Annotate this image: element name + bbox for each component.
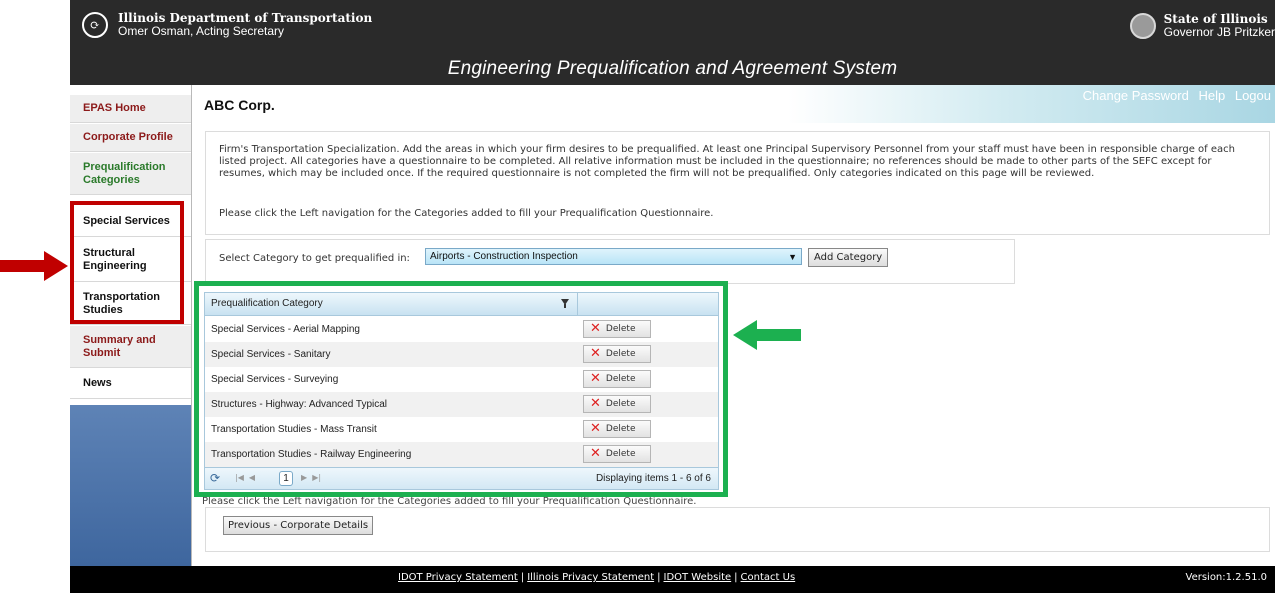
- sidebar-item-summary-and-submit[interactable]: Summary and Submit: [70, 326, 192, 368]
- green-arrow-icon: [733, 320, 801, 350]
- red-highlight-box: [70, 201, 184, 324]
- footer-link-idot-website[interactable]: IDOT Website: [664, 572, 732, 583]
- intro-panel: Firm's Transportation Specialization. Ad…: [205, 131, 1270, 235]
- sidebar-filler: [70, 405, 192, 566]
- sidebar-item-epas-home[interactable]: EPAS Home: [70, 95, 192, 123]
- system-title: Engineering Prequalification and Agreeme…: [447, 58, 898, 79]
- change-password-link[interactable]: Change Password: [1083, 88, 1189, 103]
- footer-link-contact-us[interactable]: Contact Us: [741, 572, 796, 583]
- red-arrow-icon: [0, 251, 68, 281]
- state-seal-icon: [1129, 13, 1156, 39]
- sidebar-divider: [191, 85, 192, 566]
- help-link[interactable]: Help: [1198, 88, 1225, 103]
- sidebar-item-corporate-profile[interactable]: Corporate Profile: [70, 124, 192, 152]
- navigation-panel: Previous - Corporate Details: [205, 507, 1270, 552]
- state-brand[interactable]: State of Illinois Governor JB Pritzker: [1129, 13, 1275, 39]
- sidebar-item-label: Corporate Profile: [83, 131, 173, 143]
- previous-corporate-details-button[interactable]: Previous - Corporate Details: [223, 516, 374, 535]
- logout-link[interactable]: Logou: [1235, 88, 1271, 103]
- intro-instruction: Please click the Left navigation for the…: [219, 208, 714, 219]
- footer-separator: |: [657, 572, 661, 583]
- green-highlight-box: [194, 281, 728, 497]
- idot-logo-icon: ⟳: [82, 12, 108, 38]
- category-select[interactable]: Airports - Construction Inspection ▼: [425, 248, 802, 265]
- category-select-panel: Select Category to get prequalified in: …: [205, 239, 1015, 284]
- category-select-label: Select Category to get prequalified in:: [219, 253, 410, 264]
- sidebar-item-label: News: [83, 377, 112, 389]
- category-select-value: Airports - Construction Inspection: [430, 251, 578, 262]
- footer-links: IDOT Privacy Statement | Illinois Privacy …: [398, 572, 795, 583]
- state-subtitle: Governor JB Pritzker: [1163, 25, 1275, 39]
- sidebar-item-news[interactable]: News: [70, 369, 192, 399]
- footer-separator: |: [520, 572, 525, 583]
- add-category-button[interactable]: Add Category: [808, 248, 889, 267]
- bottom-instruction: Please click the Left navigation for the…: [202, 496, 697, 507]
- footer-link-illinois-privacy[interactable]: Illinois Privacy Statement: [527, 572, 654, 583]
- footer-separator: |: [734, 572, 738, 583]
- intro-text: Firm's Transportation Specialization. Ad…: [219, 144, 1235, 179]
- firm-name: ABC Corp.: [204, 97, 275, 113]
- footer: IDOT Privacy Statement | Illinois Privacy …: [70, 566, 1275, 593]
- chevron-down-icon[interactable]: ▼: [788, 251, 797, 263]
- agency-subtitle: Omer Osman, Acting Secretary: [118, 24, 285, 38]
- sidebar-item-prequalification-categories[interactable]: Prequalification Categories: [70, 153, 192, 195]
- sidebar: EPAS Home Corporate Profile Prequalifica…: [70, 85, 192, 566]
- sidebar-item-label: EPAS Home: [83, 102, 146, 114]
- version-label: Version:1.2.51.0: [1185, 572, 1268, 583]
- footer-link-idot-privacy[interactable]: IDOT Privacy Statement: [398, 572, 518, 583]
- content-header: ABC Corp. Change Password Help Logou: [192, 85, 1275, 123]
- top-banner: ⟳ Illinois Department of Transportation …: [70, 0, 1275, 85]
- sidebar-item-label: Summary and Submit: [83, 333, 156, 359]
- sidebar-item-label: Prequalification Categories: [83, 160, 166, 186]
- top-links: Change Password Help Logou: [1077, 88, 1271, 103]
- agency-brand[interactable]: ⟳ Illinois Department of Transportation …: [82, 12, 372, 38]
- page: ⟳ Illinois Department of Transportation …: [0, 0, 1275, 593]
